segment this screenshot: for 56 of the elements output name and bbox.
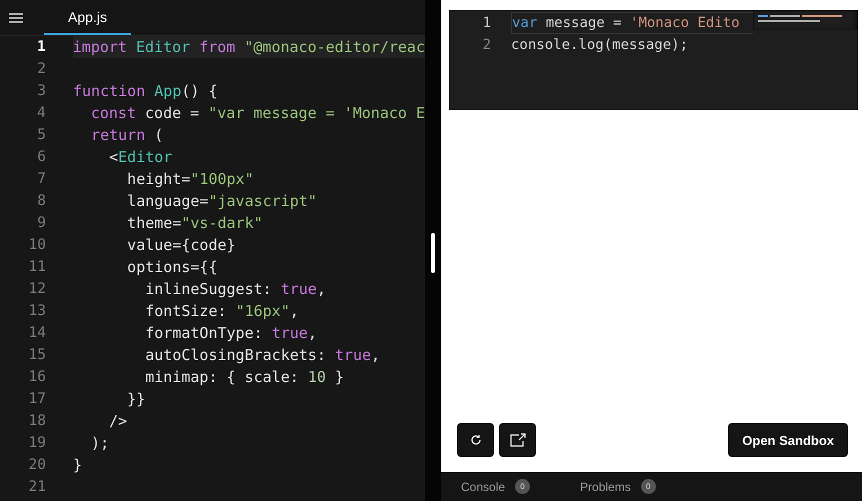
line-number: 19 — [28, 435, 46, 451]
line-number: 20 — [28, 457, 46, 473]
line-number: 7 — [36, 171, 46, 187]
code-line: height="100px" — [126, 169, 255, 190]
line-number: 2 — [482, 37, 491, 53]
line-number: 16 — [28, 369, 46, 385]
line-number: 1 — [482, 15, 491, 31]
refresh-icon — [470, 434, 482, 446]
code-line: minimap: { scale: 10 } — [144, 367, 345, 388]
code-line: inlineSuggest: true, — [144, 279, 327, 300]
line-number: 14 — [28, 325, 46, 341]
count-badge: 0 — [515, 479, 530, 494]
line-number: 3 — [36, 83, 46, 99]
panel-tab[interactable]: Problems 0 — [580, 479, 656, 494]
code-line: formatOnType: true, — [144, 323, 318, 344]
code-line: const code = "var message = 'Monaco E — [90, 103, 425, 124]
code-line: value={code} — [126, 235, 237, 256]
line-number: 10 — [28, 237, 46, 253]
line-number: 11 — [28, 259, 46, 275]
line-number: 1 — [36, 39, 46, 55]
line-number: 4 — [36, 105, 46, 121]
code-line: ); — [90, 433, 110, 454]
line-number: 5 — [36, 127, 46, 143]
resize-handle[interactable] — [431, 232, 435, 272]
line-number: 12 — [28, 281, 46, 297]
code-line: theme="vs-dark" — [126, 213, 264, 234]
code-line: } — [73, 455, 84, 476]
external-link-icon — [510, 433, 526, 447]
line-number: 21 — [28, 479, 46, 495]
refresh-button[interactable] — [457, 423, 494, 457]
line-number: 8 — [36, 193, 46, 209]
code-line: <Editor — [108, 147, 174, 168]
panel-tab[interactable]: Console 0 — [461, 479, 530, 494]
code-line: /> — [108, 411, 128, 432]
code-line: var message = 'Monaco Edito — [511, 12, 753, 34]
line-number: 9 — [36, 215, 46, 231]
code-line: function App() { — [73, 81, 218, 102]
line-number: 13 — [28, 303, 46, 319]
code-line: options={{ — [126, 257, 218, 278]
code-line: autoClosingBrackets: true, — [144, 345, 382, 366]
line-number: 17 — [28, 391, 46, 407]
menu-icon[interactable] — [9, 12, 23, 22]
code-line: console.log(message); — [511, 36, 690, 55]
code-line: }} — [126, 389, 146, 410]
code-line: language="javascript" — [126, 191, 318, 212]
code-line: return ( — [90, 125, 164, 146]
tab-label: Problems — [580, 480, 631, 494]
line-number: 18 — [28, 413, 46, 429]
line-number: 2 — [36, 61, 46, 77]
tab-label: Console — [461, 480, 506, 494]
open-in-new-window-button[interactable] — [499, 423, 536, 457]
line-number: 6 — [36, 149, 46, 165]
code-line: fontSize: "16px", — [144, 301, 300, 322]
line-number: 15 — [28, 347, 46, 363]
count-badge: 0 — [640, 479, 656, 494]
open-sandbox-button[interactable]: Open Sandbox — [728, 423, 848, 457]
